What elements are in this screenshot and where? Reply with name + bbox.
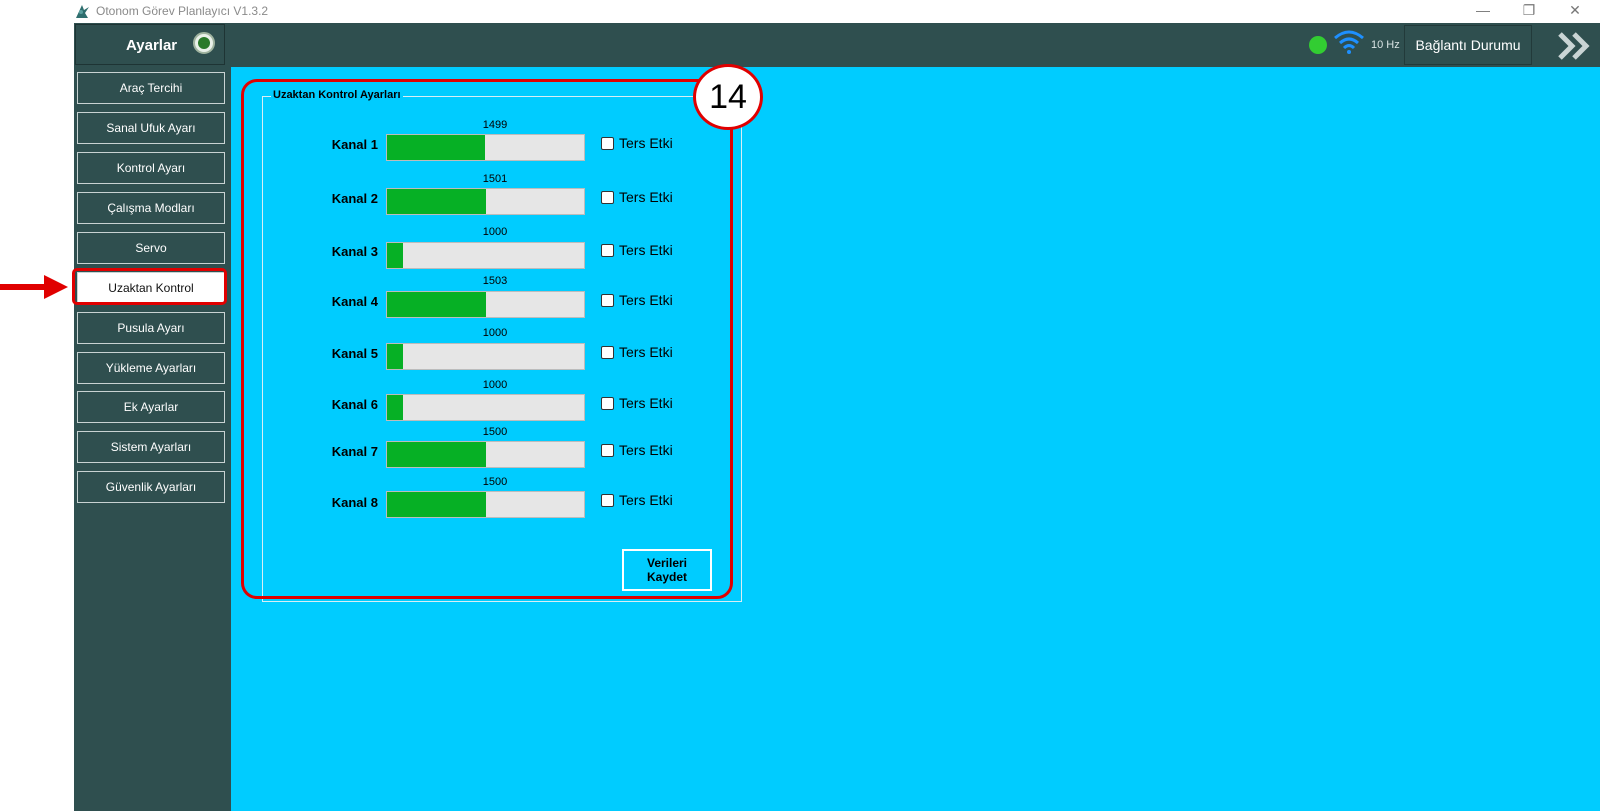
sidebar-item-kontrol-ayari[interactable]: Kontrol Ayarı (77, 152, 225, 184)
sidebar-item-calisma-modlari[interactable]: Çalışma Modları (77, 192, 225, 224)
sidebar-item-pusula-ayari[interactable]: Pusula Ayarı (77, 312, 225, 344)
wifi-icon (1334, 30, 1364, 54)
restore-button[interactable]: ❐ (1519, 2, 1539, 19)
settings-header: Ayarlar (75, 24, 225, 65)
close-button[interactable]: ✕ (1565, 2, 1585, 19)
app-logo-icon (76, 5, 89, 18)
annotation-callout-number: 14 (693, 64, 763, 130)
minimize-button[interactable]: — (1473, 2, 1493, 18)
window-title: Otonom Görev Planlayıcı V1.3.2 (96, 4, 269, 18)
title-bar: Otonom Görev Planlayıcı V1.3.2 — ❐ ✕ (0, 0, 1600, 23)
settings-logo-icon (193, 32, 215, 54)
settings-title: Ayarlar (126, 37, 178, 54)
double-chevron-right-icon[interactable] (1558, 28, 1592, 64)
arrow-right-icon (0, 275, 68, 299)
annotation-frame (241, 79, 733, 599)
connection-status-indicator (1309, 36, 1327, 54)
sidebar-item-yukleme-ayarlari[interactable]: Yükleme Ayarları (77, 352, 225, 384)
sidebar-item-ek-ayarlar[interactable]: Ek Ayarlar (77, 391, 225, 423)
sidebar-item-sanal-ufuk[interactable]: Sanal Ufuk Ayarı (77, 112, 225, 144)
sidebar-item-sistem-ayarlari[interactable]: Sistem Ayarları (77, 431, 225, 463)
sidebar-item-arac-tercihi[interactable]: Araç Tercihi (77, 72, 225, 104)
sidebar-item-guvenlik-ayarlari[interactable]: Güvenlik Ayarları (77, 471, 225, 503)
frequency-label: 10 Hz (1371, 39, 1400, 51)
connection-status-button[interactable]: Bağlantı Durumu (1404, 25, 1532, 65)
sidebar-item-servo[interactable]: Servo (77, 232, 225, 264)
active-item-highlight (72, 268, 227, 305)
